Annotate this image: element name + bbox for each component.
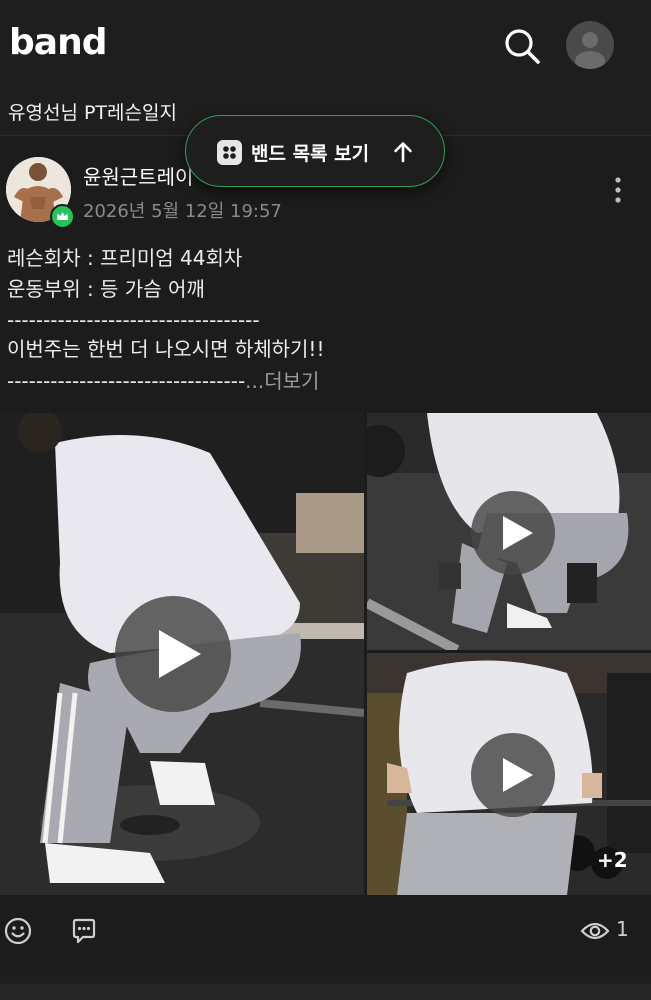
band-logo[interactable]: band	[9, 22, 107, 63]
comment-icon[interactable]	[70, 917, 98, 945]
video-thumbnail-3[interactable]: +2	[367, 653, 651, 895]
band-list-label: 밴드 목록 보기	[251, 143, 370, 165]
more-media-count[interactable]: +2	[597, 848, 628, 872]
band-title[interactable]: 유영선님 PT레슨일지	[8, 98, 177, 125]
arrow-up-icon	[392, 140, 414, 164]
grid-icon	[217, 140, 242, 165]
video-thumbnail-2[interactable]	[367, 413, 651, 650]
post-card: 윤원근트레이 2026년 5월 12일 19:57 레슨회차 : 프리미엄 44…	[0, 137, 651, 970]
play-icon[interactable]	[471, 491, 555, 575]
media-grid: +2	[0, 413, 651, 895]
eye-icon	[580, 920, 610, 942]
post-line-3: -----------------------------------	[7, 308, 260, 332]
crown-icon	[50, 204, 75, 229]
next-post-edge	[0, 984, 651, 1000]
view-count: 1	[616, 917, 629, 941]
app-header: band	[0, 0, 651, 90]
post-line-2: 운동부위 : 등 가슴 어깨	[7, 277, 205, 301]
band-list-button[interactable]: 밴드 목록 보기	[185, 115, 445, 187]
see-more-link[interactable]: 더보기	[264, 369, 319, 393]
video-thumbnail-1[interactable]	[0, 413, 364, 895]
more-options-icon[interactable]	[606, 175, 630, 205]
user-avatar-icon[interactable]	[566, 21, 614, 69]
post-line-1: 레슨회차 : 프리미엄 44회차	[7, 246, 243, 270]
search-icon[interactable]	[502, 26, 542, 66]
play-icon[interactable]	[471, 733, 555, 817]
post-action-bar: 1	[0, 895, 651, 970]
play-icon[interactable]	[115, 596, 231, 712]
author-name[interactable]: 윤원근트레이	[83, 161, 193, 190]
more-dots: ...	[245, 369, 265, 393]
post-line-4: 이번주는 한번 더 나오시면 하체하기!!	[7, 337, 325, 361]
emoji-icon[interactable]	[4, 917, 32, 945]
post-date: 2026년 5월 12일 19:57	[83, 201, 282, 222]
post-line-5-text: ---------------------------------	[7, 369, 246, 393]
post-line-5: ---------------------------------...더보기	[7, 367, 319, 395]
